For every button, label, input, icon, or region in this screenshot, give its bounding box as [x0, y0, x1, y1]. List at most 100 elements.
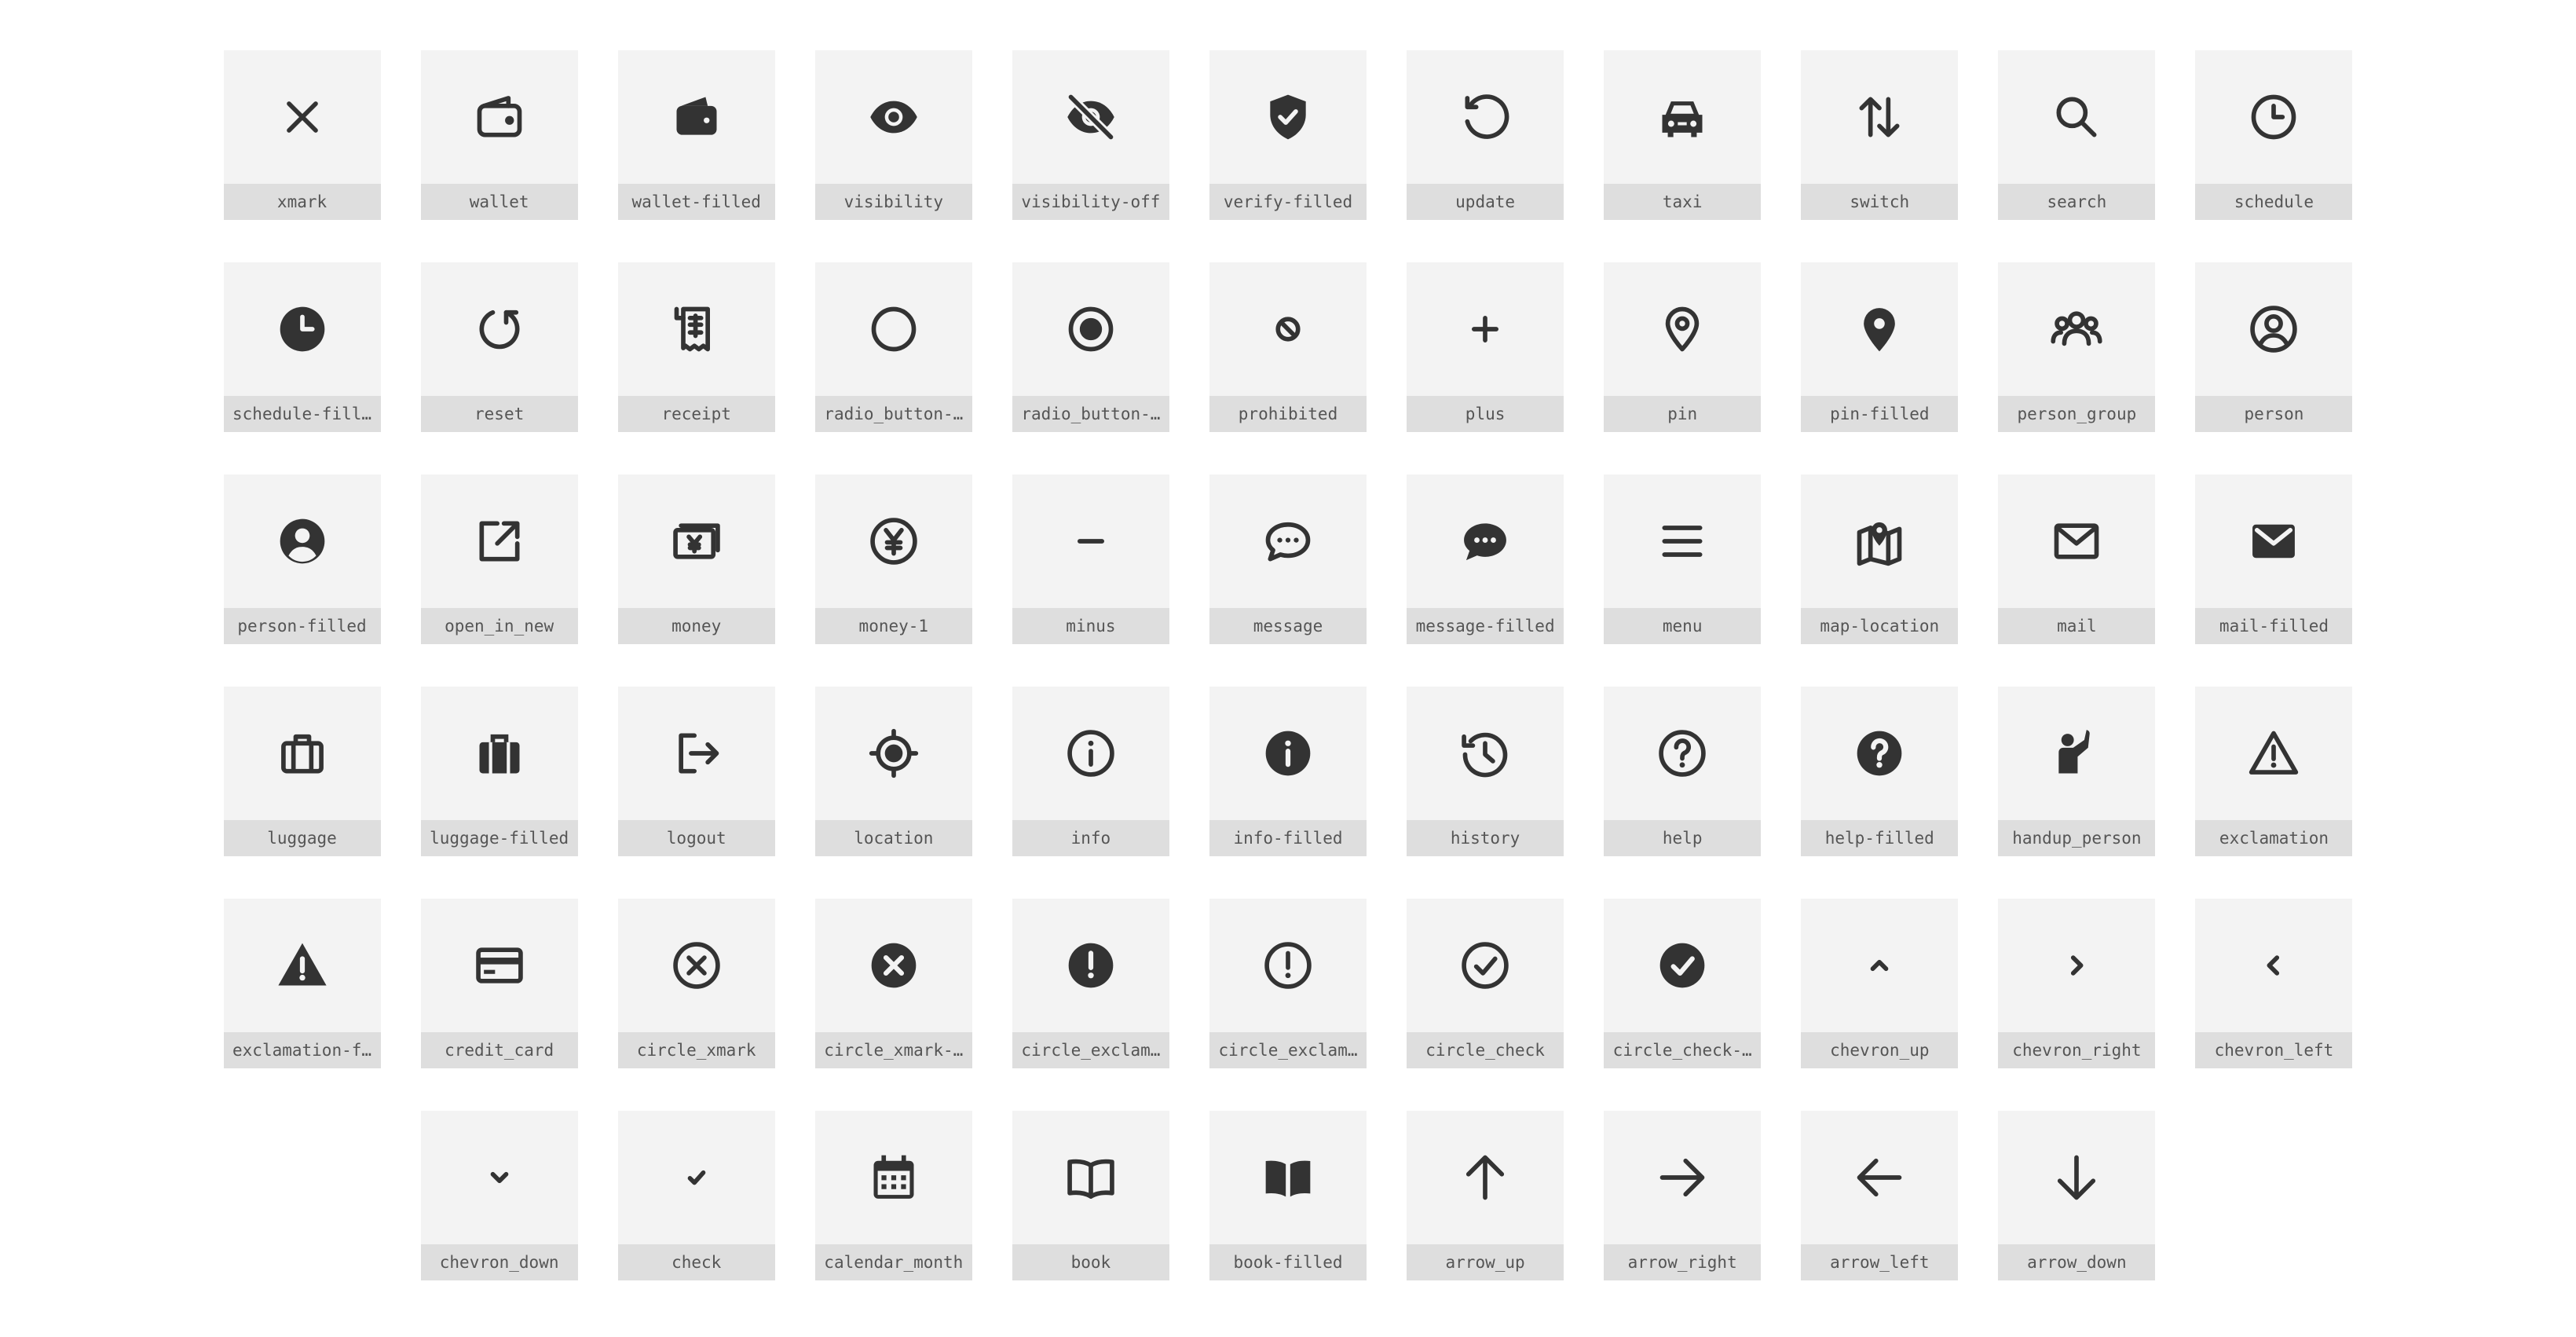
icon-tile-money-1[interactable]: money-1	[814, 474, 972, 644]
icon-tile-info[interactable]: info	[1012, 687, 1169, 856]
icon-tile-menu[interactable]: menu	[1604, 474, 1762, 644]
icon-tile-schedule-filled[interactable]: schedule-fill…	[223, 262, 381, 432]
schedule-filled-icon	[224, 262, 381, 396]
icon-tile-arrow-up[interactable]: arrow_up	[1407, 1111, 1564, 1280]
icon-tile-book[interactable]: book	[1012, 1111, 1169, 1280]
icon-tile-info-filled[interactable]: info-filled	[1209, 687, 1367, 856]
icon-label: calendar_month	[814, 1244, 972, 1280]
icon-tile-taxi[interactable]: taxi	[1604, 50, 1762, 220]
icon-tile-chevron-left[interactable]: chevron_left	[2195, 899, 2353, 1068]
icon-tile-mail[interactable]: mail	[1998, 474, 2156, 644]
arrow-right-icon	[1604, 1111, 1761, 1244]
icon-tile-logout[interactable]: logout	[617, 687, 775, 856]
icon-tile-arrow-left[interactable]: arrow_left	[1801, 1111, 1959, 1280]
icon-tile-search[interactable]: search	[1998, 50, 2156, 220]
handup-person-icon	[1998, 687, 2155, 820]
icon-tile-luggage-filled[interactable]: luggage-filled	[420, 687, 578, 856]
icon-tile-book-filled[interactable]: book-filled	[1209, 1111, 1367, 1280]
icon-tile-chevron-down[interactable]: chevron_down	[420, 1111, 578, 1280]
icon-tile-xmark[interactable]: xmark	[223, 50, 381, 220]
icon-tile-circle-exclamation[interactable]: circle_exclam…	[1209, 899, 1367, 1068]
icon-tile-update[interactable]: update	[1407, 50, 1564, 220]
icon-tile-location[interactable]: location	[814, 687, 972, 856]
icon-label: message-filled	[1407, 608, 1564, 644]
icon-tile-exclamation[interactable]: exclamation	[2195, 687, 2353, 856]
chevron-left-icon	[2195, 899, 2352, 1032]
icon-tile-calendar-month[interactable]: calendar_month	[814, 1111, 972, 1280]
icon-label: plus	[1407, 396, 1564, 432]
icon-tile-person[interactable]: person	[2195, 262, 2353, 432]
icon-tile-plus[interactable]: plus	[1407, 262, 1564, 432]
icon-tile-arrow-down[interactable]: arrow_down	[1998, 1111, 2156, 1280]
minus-icon	[1012, 474, 1169, 608]
icon-tile-message-filled[interactable]: message-filled	[1407, 474, 1564, 644]
icon-tile-chevron-right[interactable]: chevron_right	[1998, 899, 2156, 1068]
icon-tile-message[interactable]: message	[1209, 474, 1367, 644]
icon-tile-person-group[interactable]: person_group	[1998, 262, 2156, 432]
icon-tile-radio-button-checked[interactable]: radio_button-…	[1012, 262, 1169, 432]
icon-tile-radio-button-unchecked[interactable]: radio_button-…	[814, 262, 972, 432]
icon-tile-check[interactable]: check	[617, 1111, 775, 1280]
icon-label: search	[1998, 184, 2156, 220]
icon-label: minus	[1012, 608, 1169, 644]
icon-tile-pin[interactable]: pin	[1604, 262, 1762, 432]
arrow-up-icon	[1407, 1111, 1564, 1244]
icon-label: chevron_down	[420, 1244, 578, 1280]
icon-label: schedule	[2195, 184, 2353, 220]
icon-tile-minus[interactable]: minus	[1012, 474, 1169, 644]
icon-tile-handup-person[interactable]: handup_person	[1998, 687, 2156, 856]
icon-label: logout	[617, 820, 775, 856]
message-icon	[1209, 474, 1367, 608]
arrow-down-icon	[1998, 1111, 2155, 1244]
icon-tile-help-filled[interactable]: help-filled	[1801, 687, 1959, 856]
icon-tile-circle-check[interactable]: circle_check	[1407, 899, 1564, 1068]
exclamation-icon	[2195, 687, 2352, 820]
icon-tile-circle-check-filled[interactable]: circle_check-…	[1604, 899, 1762, 1068]
icon-tile-circle-xmark[interactable]: circle_xmark	[617, 899, 775, 1068]
map-location-icon	[1801, 474, 1958, 608]
icon-tile-open-in-new[interactable]: open_in_new	[420, 474, 578, 644]
icon-tile-credit-card[interactable]: credit_card	[420, 899, 578, 1068]
icon-label: visibility-off	[1012, 184, 1169, 220]
icon-tile-help[interactable]: help	[1604, 687, 1762, 856]
icon-tile-pin-filled[interactable]: pin-filled	[1801, 262, 1959, 432]
icon-label: person_group	[1998, 396, 2156, 432]
icon-label: person	[2195, 396, 2353, 432]
icon-tile-mail-filled[interactable]: mail-filled	[2195, 474, 2353, 644]
icon-tile-arrow-right[interactable]: arrow_right	[1604, 1111, 1762, 1280]
icon-tile-verify-filled[interactable]: verify-filled	[1209, 50, 1367, 220]
icon-label: pin-filled	[1801, 396, 1959, 432]
icon-tile-chevron-up[interactable]: chevron_up	[1801, 899, 1959, 1068]
icon-label: update	[1407, 184, 1564, 220]
icon-tile-switch[interactable]: switch	[1801, 50, 1959, 220]
icon-tile-history[interactable]: history	[1407, 687, 1564, 856]
icon-tile-person-filled[interactable]: person-filled	[223, 474, 381, 644]
icon-tile-money[interactable]: money	[617, 474, 775, 644]
credit-card-icon	[421, 899, 578, 1032]
luggage-icon	[224, 687, 381, 820]
icon-tile-receipt[interactable]: receipt	[617, 262, 775, 432]
reset-icon	[421, 262, 578, 396]
icon-tile-map-location[interactable]: map-location	[1801, 474, 1959, 644]
icon-label: circle_xmark	[617, 1032, 775, 1068]
icon-label: money-1	[814, 608, 972, 644]
icon-tile-exclamation-filled[interactable]: exclamation-f…	[223, 899, 381, 1068]
icon-label: prohibited	[1209, 396, 1367, 432]
icon-tile-schedule[interactable]: schedule	[2195, 50, 2353, 220]
icon-tile-luggage[interactable]: luggage	[223, 687, 381, 856]
icon-tile-reset[interactable]: reset	[420, 262, 578, 432]
icon-tile-visibility-off[interactable]: visibility-off	[1012, 50, 1169, 220]
icon-tile-circle-exclamation-filled[interactable]: circle_exclam…	[1012, 899, 1169, 1068]
icon-label: reset	[420, 396, 578, 432]
icon-label: chevron_left	[2195, 1032, 2353, 1068]
icon-tile-wallet-filled[interactable]: wallet-filled	[617, 50, 775, 220]
icon-tile-wallet[interactable]: wallet	[420, 50, 578, 220]
money-icon	[618, 474, 775, 608]
icon-tile-visibility[interactable]: visibility	[814, 50, 972, 220]
icon-tile-circle-xmark-filled[interactable]: circle_xmark-…	[814, 899, 972, 1068]
icon-tile-prohibited[interactable]: prohibited	[1209, 262, 1367, 432]
icon-label: help	[1604, 820, 1762, 856]
update-icon	[1407, 50, 1564, 184]
circle-xmark-filled-icon	[815, 899, 972, 1032]
switch-icon	[1801, 50, 1958, 184]
